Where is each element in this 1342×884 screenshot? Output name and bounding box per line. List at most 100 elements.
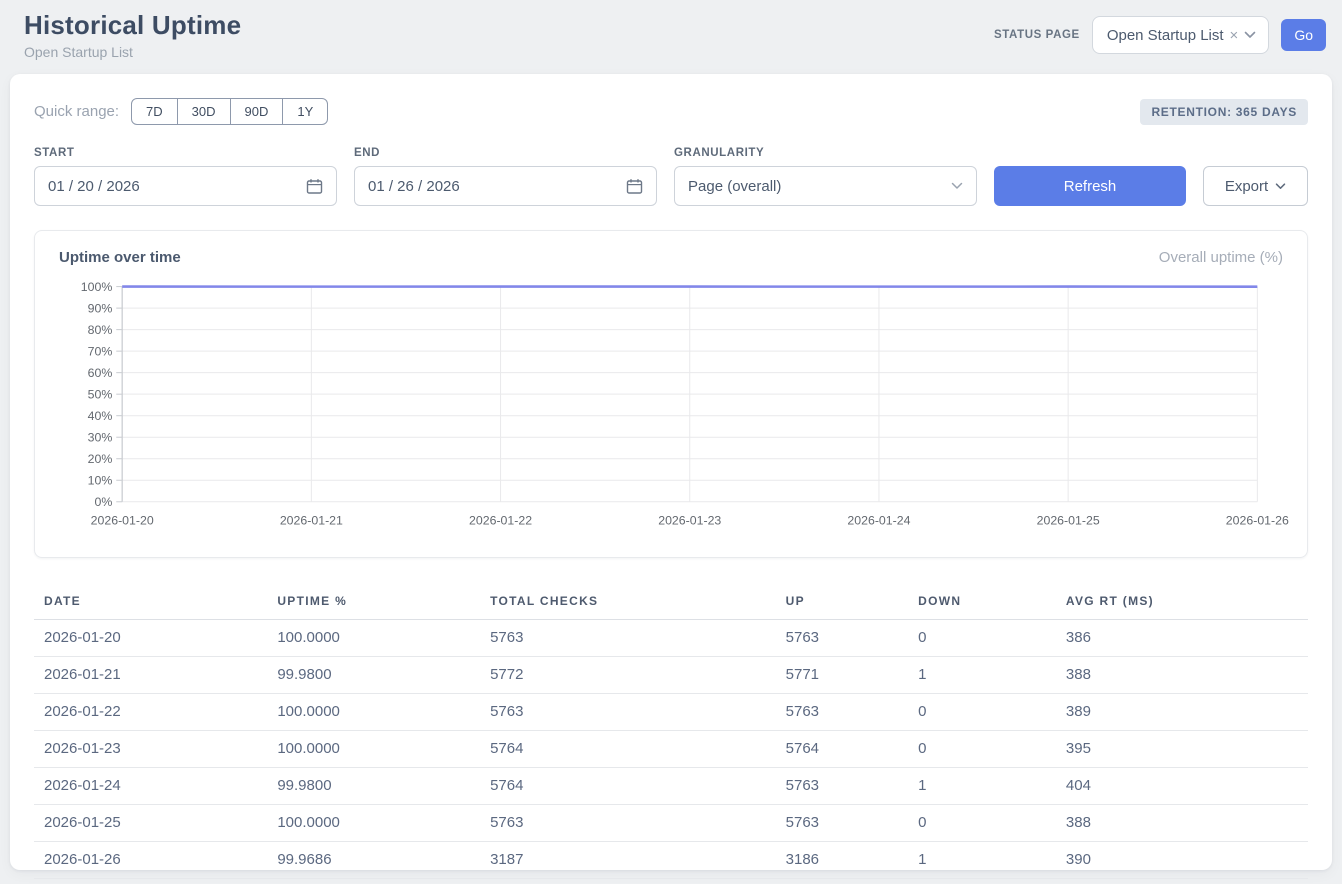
svg-text:2026-01-26: 2026-01-26 bbox=[1226, 513, 1289, 527]
end-date-value: 01 / 26 / 2026 bbox=[368, 178, 460, 195]
start-date-field-group: START 01 / 20 / 2026 bbox=[34, 147, 337, 206]
page-subtitle: Open Startup List bbox=[24, 44, 241, 60]
table-cell: 3186 bbox=[786, 842, 918, 879]
topbar: Historical Uptime Open Startup List STAT… bbox=[0, 0, 1342, 66]
refresh-button[interactable]: Refresh bbox=[994, 166, 1186, 206]
chart-title: Uptime over time bbox=[59, 249, 181, 266]
table-cell: 5764 bbox=[786, 731, 918, 768]
svg-text:20%: 20% bbox=[88, 452, 113, 466]
col-header-up: UP bbox=[786, 584, 918, 620]
svg-text:2026-01-23: 2026-01-23 bbox=[658, 513, 721, 527]
table-cell: 5763 bbox=[786, 620, 918, 657]
svg-text:2026-01-22: 2026-01-22 bbox=[469, 513, 532, 527]
table-cell: 100.0000 bbox=[277, 694, 490, 731]
svg-text:0%: 0% bbox=[94, 495, 112, 509]
title-block: Historical Uptime Open Startup List bbox=[24, 10, 241, 60]
clear-icon[interactable]: × bbox=[1230, 28, 1239, 43]
table-cell: 5772 bbox=[490, 657, 786, 694]
svg-text:60%: 60% bbox=[88, 366, 113, 380]
quick-range-30d[interactable]: 30D bbox=[177, 98, 231, 125]
status-page-select[interactable]: Open Startup List × bbox=[1092, 16, 1270, 54]
chevron-down-icon bbox=[1275, 183, 1286, 190]
table-cell: 5764 bbox=[490, 731, 786, 768]
col-header-total-checks: TOTAL CHECKS bbox=[490, 584, 786, 620]
table-row: 2026-01-2199.9800577257711388 bbox=[34, 657, 1308, 694]
table-cell: 2026-01-21 bbox=[34, 657, 277, 694]
table-cell: 2026-01-20 bbox=[34, 620, 277, 657]
controls-top-row: Quick range: 7D 30D 90D 1Y RETENTION: 36… bbox=[34, 98, 1308, 125]
export-button[interactable]: Export bbox=[1203, 166, 1308, 206]
col-header-avg-rt: AVG RT (MS) bbox=[1066, 584, 1308, 620]
uptime-table-body: 2026-01-20100.00005763576303862026-01-21… bbox=[34, 620, 1308, 879]
table-cell: 395 bbox=[1066, 731, 1308, 768]
table-cell: 2026-01-26 bbox=[34, 842, 277, 879]
table-cell: 3187 bbox=[490, 842, 786, 879]
chart-header: Uptime over time Overall uptime (%) bbox=[59, 249, 1283, 266]
table-cell: 5764 bbox=[490, 768, 786, 805]
controls-fields-row: START 01 / 20 / 2026 END 01 / 26 / 2026 … bbox=[34, 147, 1308, 206]
calendar-icon[interactable] bbox=[626, 178, 643, 195]
quick-range-90d[interactable]: 90D bbox=[230, 98, 284, 125]
table-row: 2026-01-22100.0000576357630389 bbox=[34, 694, 1308, 731]
table-row: 2026-01-23100.0000576457640395 bbox=[34, 731, 1308, 768]
table-row: 2026-01-25100.0000576357630388 bbox=[34, 805, 1308, 842]
svg-text:2026-01-24: 2026-01-24 bbox=[847, 513, 910, 527]
uptime-chart-card: Uptime over time Overall uptime (%) 0% 10… bbox=[34, 230, 1308, 558]
table-cell: 5771 bbox=[786, 657, 918, 694]
table-cell: 386 bbox=[1066, 620, 1308, 657]
start-date-input[interactable]: 01 / 20 / 2026 bbox=[34, 166, 337, 206]
quick-range-group: Quick range: 7D 30D 90D 1Y bbox=[34, 98, 328, 125]
table-cell: 388 bbox=[1066, 805, 1308, 842]
granularity-selected-value: Page (overall) bbox=[688, 178, 781, 195]
table-cell: 0 bbox=[918, 805, 1066, 842]
quick-range-7d[interactable]: 7D bbox=[131, 98, 178, 125]
table-cell: 390 bbox=[1066, 842, 1308, 879]
granularity-select[interactable]: Page (overall) bbox=[674, 166, 977, 206]
table-cell: 2026-01-25 bbox=[34, 805, 277, 842]
table-cell: 388 bbox=[1066, 657, 1308, 694]
table-cell: 5763 bbox=[490, 694, 786, 731]
chart-legend: Overall uptime (%) bbox=[1159, 249, 1283, 266]
calendar-icon[interactable] bbox=[306, 178, 323, 195]
end-date-field-group: END 01 / 26 / 2026 bbox=[354, 147, 657, 206]
chevron-down-icon bbox=[1244, 31, 1256, 39]
col-header-date: DATE bbox=[34, 584, 277, 620]
start-date-value: 01 / 20 / 2026 bbox=[48, 178, 140, 195]
granularity-field-group: GRANULARITY Page (overall) bbox=[674, 147, 977, 206]
svg-text:80%: 80% bbox=[88, 323, 113, 337]
svg-text:70%: 70% bbox=[88, 345, 113, 359]
export-button-label: Export bbox=[1225, 178, 1268, 195]
col-header-uptime: UPTIME % bbox=[277, 584, 490, 620]
uptime-table-head: DATE UPTIME % TOTAL CHECKS UP DOWN AVG R… bbox=[34, 584, 1308, 620]
table-cell: 389 bbox=[1066, 694, 1308, 731]
quick-range-1y[interactable]: 1Y bbox=[282, 98, 328, 125]
table-cell: 2026-01-24 bbox=[34, 768, 277, 805]
main-card: Quick range: 7D 30D 90D 1Y RETENTION: 36… bbox=[10, 74, 1332, 870]
status-page-selected-value: Open Startup List bbox=[1107, 27, 1224, 44]
svg-text:2026-01-25: 2026-01-25 bbox=[1037, 513, 1100, 527]
uptime-chart: 0%10%20%30%40%50%60%70%80%90%100%2026-01… bbox=[59, 274, 1283, 547]
go-button[interactable]: Go bbox=[1281, 19, 1326, 51]
table-cell: 99.9800 bbox=[277, 768, 490, 805]
end-date-label: END bbox=[354, 147, 657, 159]
end-date-input[interactable]: 01 / 26 / 2026 bbox=[354, 166, 657, 206]
table-cell: 1 bbox=[918, 842, 1066, 879]
table-cell: 5763 bbox=[490, 620, 786, 657]
table-row: 2026-01-2499.9800576457631404 bbox=[34, 768, 1308, 805]
col-header-down: DOWN bbox=[918, 584, 1066, 620]
table-cell: 100.0000 bbox=[277, 805, 490, 842]
table-cell: 0 bbox=[918, 620, 1066, 657]
svg-text:2026-01-20: 2026-01-20 bbox=[91, 513, 154, 527]
chevron-down-icon bbox=[951, 182, 963, 190]
table-cell: 100.0000 bbox=[277, 620, 490, 657]
table-cell: 5763 bbox=[490, 805, 786, 842]
svg-text:100%: 100% bbox=[81, 280, 113, 294]
svg-text:30%: 30% bbox=[88, 431, 113, 445]
table-cell: 0 bbox=[918, 731, 1066, 768]
table-row: 2026-01-2699.9686318731861390 bbox=[34, 842, 1308, 879]
quick-range-buttons: 7D 30D 90D 1Y bbox=[131, 98, 328, 125]
topbar-right: STATUS PAGE Open Startup List × Go bbox=[994, 16, 1326, 54]
table-cell: 99.9800 bbox=[277, 657, 490, 694]
table-cell: 0 bbox=[918, 694, 1066, 731]
table-cell: 99.9686 bbox=[277, 842, 490, 879]
